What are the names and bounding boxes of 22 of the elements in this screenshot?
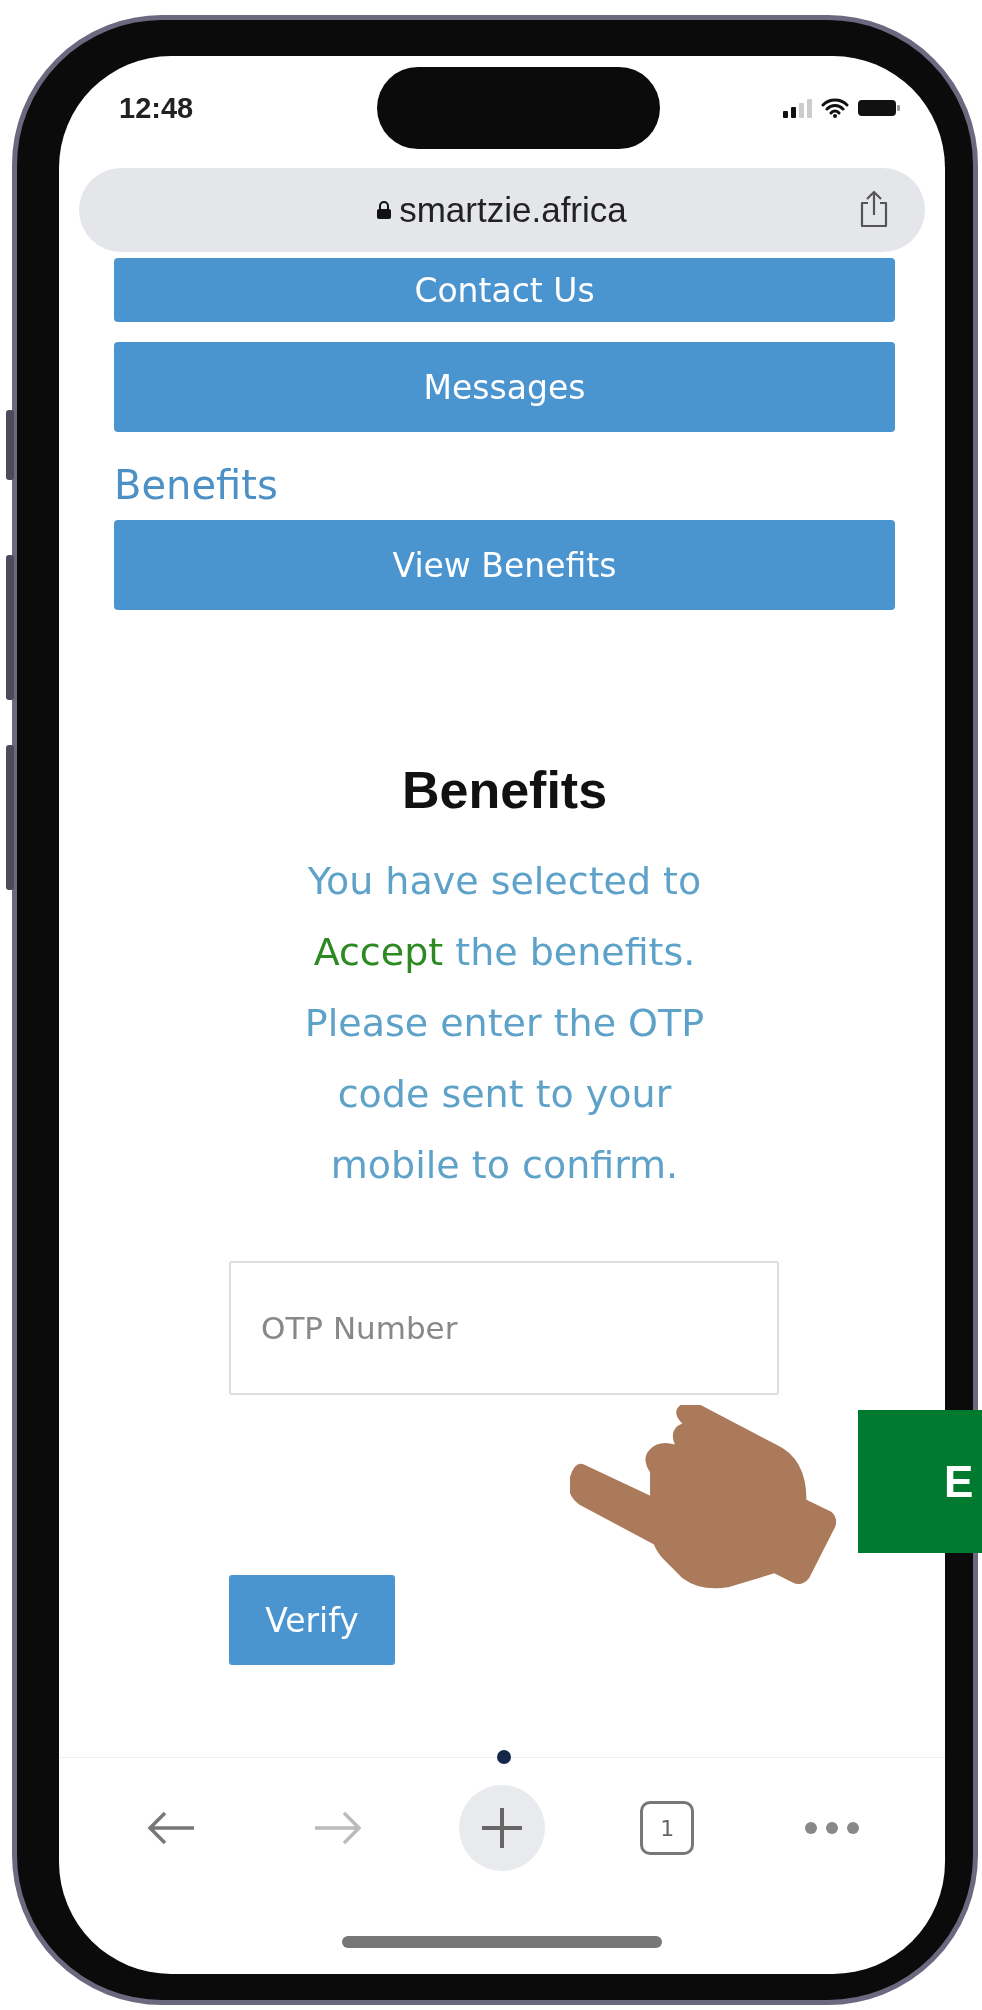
callout-text: E <box>944 1456 974 1507</box>
indicator-dot <box>497 1750 511 1764</box>
battery-icon <box>857 98 901 118</box>
signal-icon <box>783 98 813 118</box>
lock-icon <box>377 201 392 219</box>
dialog-message: You have selected to Accept the benefits. Please enter the OTP code sent to your mobile to confirm. <box>303 858 706 1189</box>
more-icon[interactable] <box>804 1821 861 1835</box>
new-tab-icon[interactable] <box>458 1785 545 1871</box>
share-icon[interactable] <box>859 190 889 228</box>
status-time: 12:48 <box>119 91 194 125</box>
view-benefits-button[interactable]: View Benefits <box>114 520 895 610</box>
tab-count-button[interactable]: 1 <box>640 1801 695 1855</box>
url-text: smartzie.africa <box>399 190 627 230</box>
section-label: Benefits <box>114 462 279 508</box>
menu-button[interactable]: Contact Us <box>114 258 895 322</box>
address-bar[interactable]: smartzie.africa <box>79 168 925 252</box>
verify-button[interactable]: Verify <box>229 1575 395 1665</box>
dialog-title: Benefits <box>401 760 608 820</box>
menu-button[interactable]: Messages <box>114 342 895 432</box>
back-arrow-icon[interactable] <box>146 1810 197 1846</box>
wifi-icon <box>821 98 849 118</box>
otp-input-field[interactable]: OTP Number <box>229 1261 779 1395</box>
